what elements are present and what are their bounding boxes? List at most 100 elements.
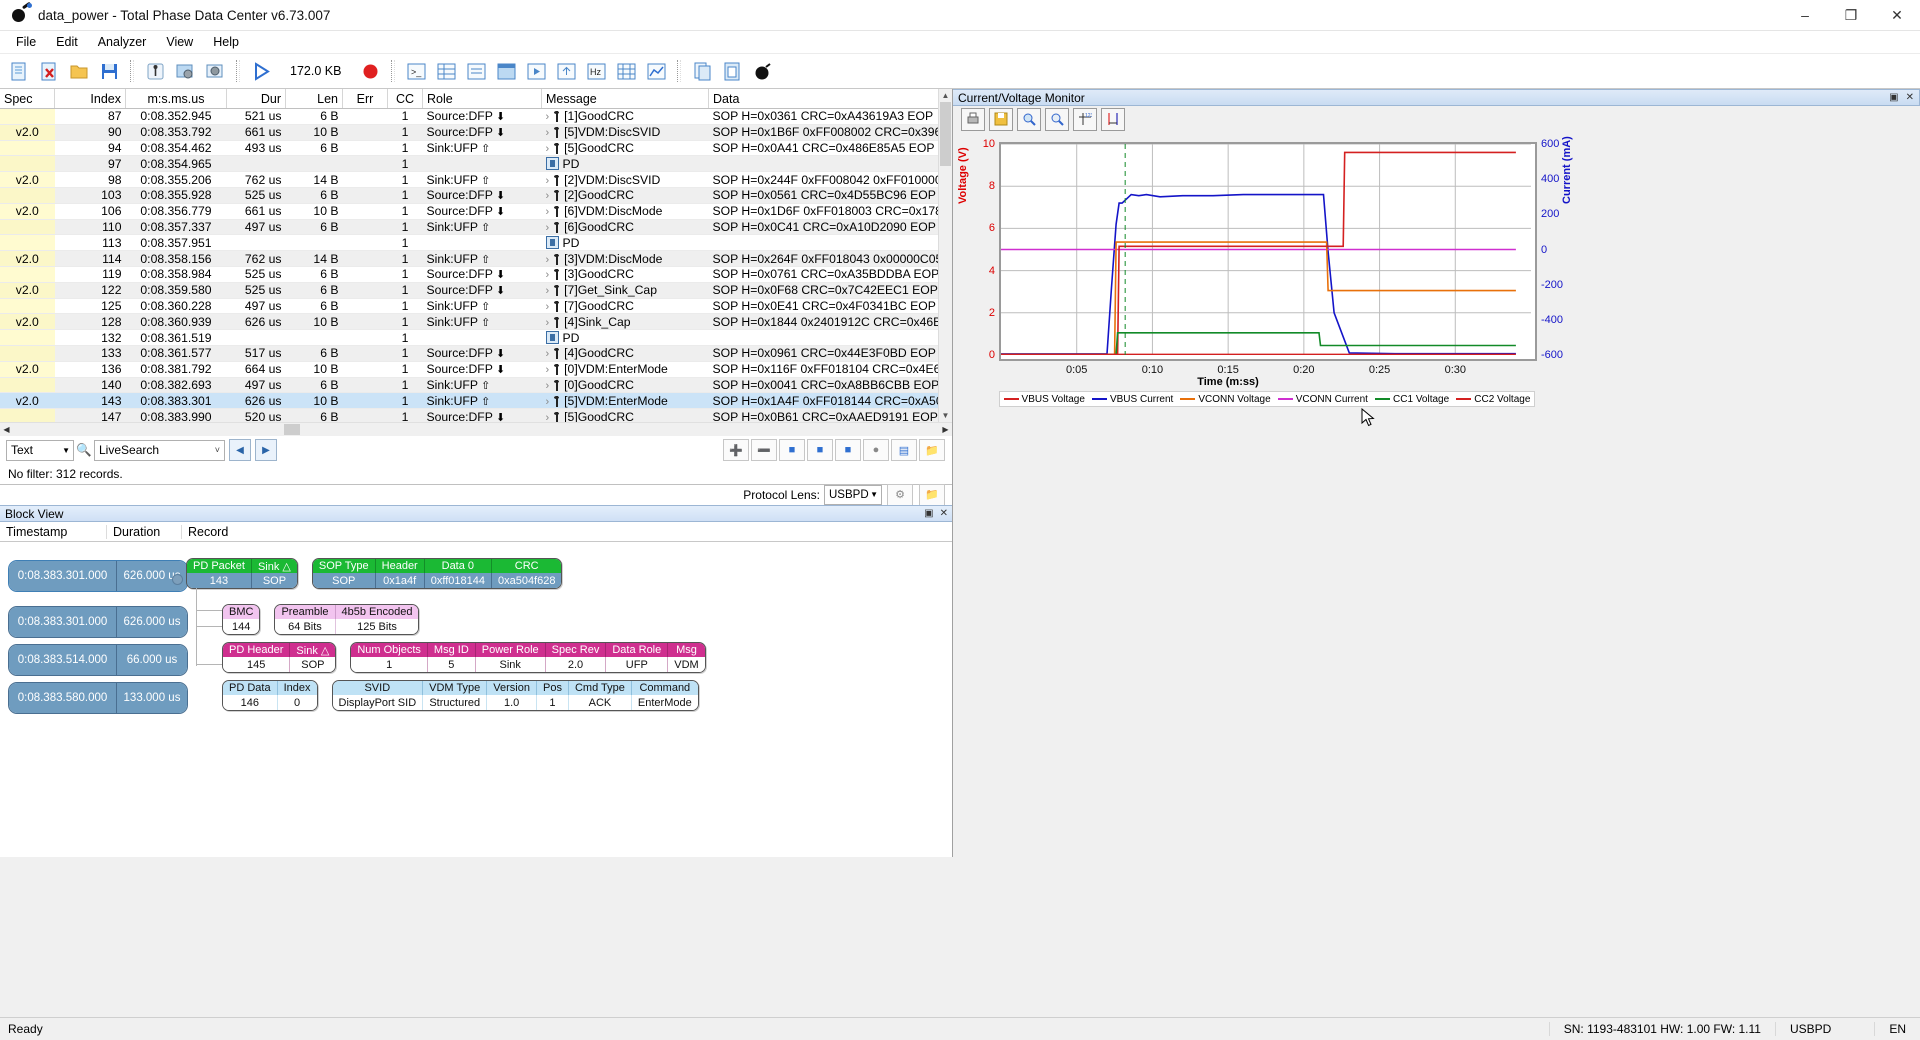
play-window-icon[interactable] (523, 58, 549, 84)
bomb-tool-icon[interactable] (749, 58, 775, 84)
lens-help-button[interactable]: 📁 (919, 483, 945, 506)
col-cc[interactable]: CC (387, 89, 423, 109)
table-row[interactable]: 125 0:08.360.228 497 us 6 B 1 Sink:UFP ⇧ › [7]G… (0, 298, 952, 315)
delete-file-icon[interactable] (36, 58, 62, 84)
table-row[interactable]: v2.0 128 0:08.360.939 626 us 10 B 1 Sink:UFP ⇧… (0, 313, 952, 331)
col-dur[interactable]: Dur (226, 89, 286, 109)
current-voltage-chart[interactable]: Voltage (V) Current (mA) 0 2 4 6 8 10 -600 -400… (957, 132, 1573, 427)
expand-chevron-icon[interactable]: › (546, 222, 550, 234)
table-row[interactable]: 133 0:08.361.577 517 us 6 B 1 Source:DFP ⬇ › [4… (0, 345, 952, 362)
table-row[interactable]: 97 0:08.354.965 1 PD (0, 155, 952, 173)
settings-capture-icon[interactable] (172, 58, 198, 84)
table-row[interactable]: v2.0 143 0:08.383.301 626 us 10 B 1 Sink:UFP ⇧… (0, 392, 952, 410)
col-index[interactable]: Index (54, 89, 126, 109)
folder-button[interactable]: 📁 (919, 439, 945, 462)
expand-chevron-icon[interactable]: › (546, 254, 550, 266)
legend-item[interactable]: VCONN Voltage (1180, 394, 1271, 405)
expand-chevron-icon[interactable]: › (546, 190, 550, 202)
expand-chevron-icon[interactable]: › (546, 380, 550, 392)
expand-chevron-icon[interactable]: › (546, 143, 550, 155)
col-role[interactable]: Role (422, 89, 542, 109)
scroll-up-icon[interactable]: ▲ (939, 89, 952, 102)
save-icon[interactable] (989, 107, 1013, 131)
table-vertical-scrollbar[interactable]: ▲ ▼ (938, 89, 952, 422)
table-row[interactable]: 140 0:08.382.693 497 us 6 B 1 Sink:UFP ⇧ › [0]G… (0, 377, 952, 394)
table-row[interactable]: v2.0 122 0:08.359.580 525 us 6 B 1 Source:DFP … (0, 282, 952, 299)
expand-chevron-icon[interactable]: › (546, 317, 550, 329)
legend-item[interactable]: CC1 Voltage (1375, 394, 1449, 405)
paste-icon[interactable] (719, 58, 745, 84)
chart-icon[interactable] (643, 58, 669, 84)
bv-col-duration[interactable]: Duration (106, 524, 181, 539)
menu-file[interactable]: File (6, 33, 46, 51)
block-timestamp-pill[interactable]: 0:08.383.514.000 66.000 us (8, 644, 188, 677)
table-row[interactable]: 147 0:08.383.990 520 us 6 B 1 Source:DFP ⬇ › [5… (0, 408, 952, 422)
legend-item[interactable]: VBUS Voltage (1003, 394, 1085, 405)
scroll-down-icon[interactable]: ▼ (939, 409, 952, 422)
measure-icon[interactable] (1101, 107, 1125, 131)
scrollbar-thumb[interactable] (940, 102, 951, 166)
col-spec[interactable]: Spec (0, 89, 55, 109)
clear-marks-button[interactable]: ● (863, 439, 889, 462)
expand-chevron-icon[interactable]: › (546, 285, 550, 297)
run-icon[interactable] (248, 58, 274, 84)
table-row[interactable]: 103 0:08.355.928 525 us 6 B 1 Source:DFP ⬇ › [2… (0, 187, 952, 204)
scroll-right-icon[interactable]: ▶ (939, 425, 952, 434)
expand-chevron-icon[interactable]: › (546, 206, 550, 218)
expand-chevron-icon[interactable]: › (546, 269, 550, 281)
bv-col-record[interactable]: Record (181, 524, 952, 539)
block-record-group[interactable]: PD Packet 143 Sink △ SOP (186, 558, 298, 590)
block-record-group[interactable]: SVID DisplayPort SID VDM Type Structured Ver… (331, 680, 699, 712)
expand-chevron-icon[interactable]: › (546, 301, 550, 313)
lens-settings-button[interactable]: ⚙ (887, 483, 913, 506)
expand-chevron-icon[interactable]: › (546, 127, 550, 139)
block-view-close-icon[interactable]: ✕ (940, 508, 948, 519)
expand-chevron-icon[interactable]: › (546, 175, 550, 187)
hz-icon[interactable]: Hz (583, 58, 609, 84)
zoom-in-icon[interactable] (1017, 107, 1041, 131)
search-prev-button[interactable]: ◀ (229, 439, 251, 462)
zoom-out-icon[interactable] (1045, 107, 1069, 131)
menu-view[interactable]: View (156, 33, 203, 51)
new-file-icon[interactable] (6, 58, 32, 84)
hscroll-thumb[interactable] (284, 424, 300, 435)
print-icon[interactable] (961, 107, 985, 131)
table-row[interactable]: 87 0:08.352.945 521 us 6 B 1 Source:DFP ⬇ › [1]… (0, 108, 952, 125)
window-icon[interactable] (493, 58, 519, 84)
table-row[interactable]: v2.0 90 0:08.353.792 661 us 10 B 1 Source:DFP … (0, 124, 952, 141)
save-icon[interactable] (96, 58, 122, 84)
col-message[interactable]: Message (541, 89, 709, 109)
expand-chevron-icon[interactable]: › (546, 111, 550, 123)
live-search-input[interactable]: LiveSearch ˅ (94, 439, 225, 461)
table-row[interactable]: 110 0:08.357.337 497 us 6 B 1 Sink:UFP ⇧ › [6]G… (0, 219, 952, 236)
chart-plot-area[interactable]: 0 2 4 6 8 10 -600 -400 -200 0 200 400 600 0:05 0:10 0:1… (983, 138, 1563, 376)
block-record-group[interactable]: SOP Type SOP Header 0x1a4f Data 0 0xff018144 C… (311, 558, 563, 590)
table-icon[interactable] (433, 58, 459, 84)
legend-item[interactable]: VCONN Current (1277, 394, 1368, 405)
menu-edit[interactable]: Edit (46, 33, 88, 51)
settings-gear-icon[interactable] (202, 58, 228, 84)
expand-chevron-icon[interactable]: › (546, 348, 550, 360)
bookmark-prev-button[interactable]: ■ (807, 439, 833, 462)
matrix-icon[interactable] (613, 58, 639, 84)
export-icon[interactable] (553, 58, 579, 84)
open-folder-icon[interactable] (66, 58, 92, 84)
detail-icon[interactable] (463, 58, 489, 84)
block-record-group[interactable]: PD Data 146 Index 0 (222, 680, 318, 712)
table-row[interactable]: v2.0 106 0:08.356.779 661 us 10 B 1 Source:DFP… (0, 203, 952, 220)
export-list-button[interactable]: ▤ (891, 439, 917, 462)
block-record-group[interactable]: BMC 144 (222, 604, 261, 636)
table-horizontal-scrollbar[interactable]: ◀ ▶ (0, 422, 952, 436)
table-row[interactable]: 113 0:08.357.951 1 PD (0, 234, 952, 252)
table-row[interactable]: v2.0 136 0:08.381.792 664 us 10 B 1 Source:DFP… (0, 361, 952, 378)
protocol-lens-select[interactable]: USBPD ▼ (824, 484, 882, 505)
block-timestamp-pill[interactable]: 0:08.383.580.000 133.000 us (8, 682, 188, 715)
search-type-select[interactable]: Text ▼ (6, 439, 74, 461)
remove-filter-button[interactable]: ➖ (751, 439, 777, 462)
block-timestamp-pill[interactable]: 0:08.383.301.000 626.000 us (8, 606, 188, 639)
bookmark-first-button[interactable]: ■ (779, 439, 805, 462)
block-view-float-icon[interactable]: ▣ (924, 508, 933, 519)
crosshair-icon[interactable]: 123 (1073, 107, 1097, 131)
table-row[interactable]: v2.0 114 0:08.358.156 762 us 14 B 1 Sink:UFP ⇧… (0, 250, 952, 267)
bookmark-next-button[interactable]: ■ (835, 439, 861, 462)
